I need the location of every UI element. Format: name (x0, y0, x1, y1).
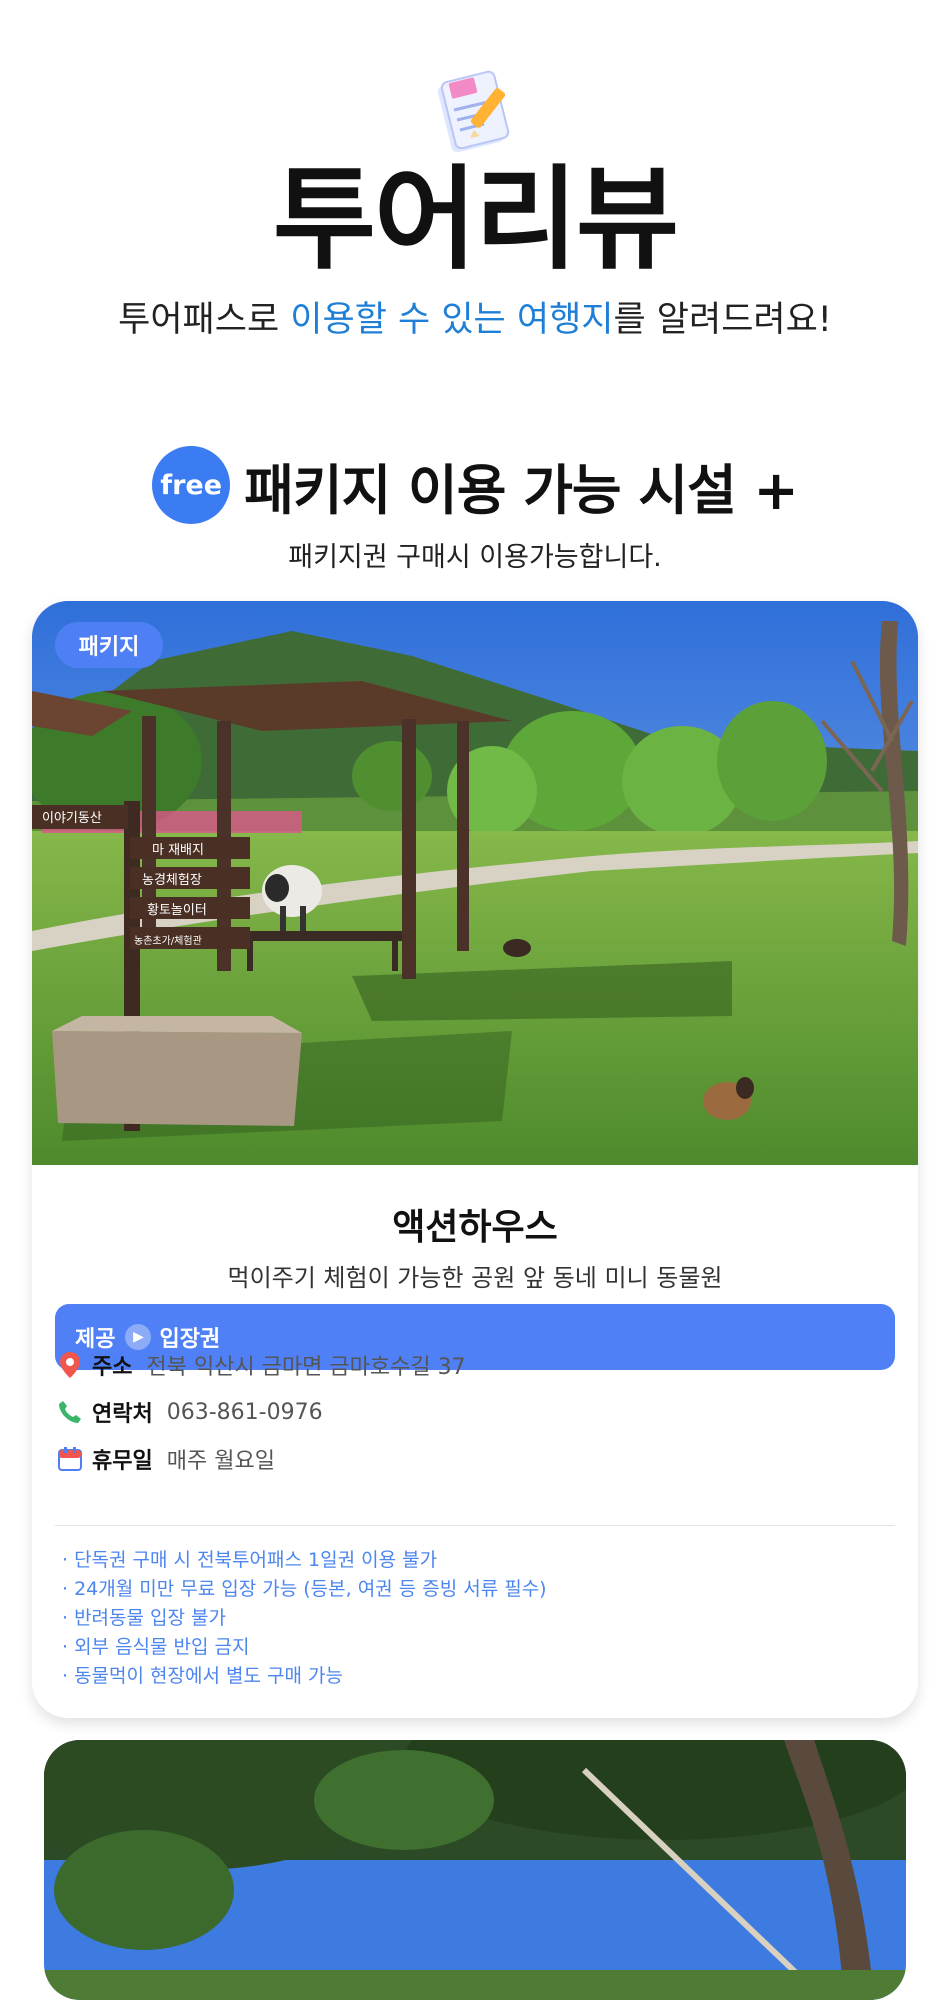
closed-row: 휴무일 매주 월요일 (56, 1439, 275, 1479)
address-row: 주소 전북 익산시 금마면 금마호수길 37 (56, 1345, 466, 1385)
section-subtitle: 패키지권 구매시 이용가능합니다. (288, 542, 662, 573)
next-facility-photo[interactable] (44, 1740, 906, 2000)
page-subtitle: 투어패스로 이용할 수 있는 여행지를 알려드려요! (0, 295, 950, 345)
package-badge: 패키지 (55, 622, 163, 668)
closed-value: 매주 월요일 (166, 1449, 275, 1474)
note-item: · 외부 음식물 반입 금지 (62, 1636, 250, 1658)
sign-5: 농촌초가/체험관 (134, 935, 202, 947)
facility-card[interactable]: 이야기동산 마 재배지 농경체험장 황토놀이터 농촌초가/체험관 패키지 액션하… (32, 601, 918, 1718)
facility-name: 액션하우스 (392, 1207, 558, 1248)
note-item: · 24개월 미만 무료 입장 가능 (등본, 여권 등 증빙 서류 필수) (62, 1578, 547, 1600)
sign-4: 황토놀이터 (147, 903, 207, 918)
address-label: 주소 (92, 1355, 133, 1380)
subtitle-pre: 투어패스로 (118, 300, 291, 340)
location-pin-icon (56, 1351, 84, 1379)
facility-photo: 이야기동산 마 재배지 농경체험장 황토놀이터 농촌초가/체험관 패키지 (32, 601, 918, 1165)
notepad-pencil-icon (430, 66, 520, 162)
notes-list: · 단독권 구매 시 전북투어패스 1일권 이용 불가 · 24개월 미만 무료… (62, 1546, 882, 1691)
note-item: · 반려동물 입장 불가 (62, 1607, 226, 1629)
contact-value[interactable]: 063-861-0976 (167, 1400, 323, 1425)
section-title: 패키지 이용 가능 시설 + (244, 458, 799, 522)
sign-1: 이야기동산 (42, 811, 102, 826)
calendar-icon (56, 1445, 84, 1473)
note-item: · 단독권 구매 시 전북투어패스 1일권 이용 불가 (62, 1549, 438, 1571)
closed-label: 휴무일 (92, 1449, 153, 1474)
page-title: 투어리뷰 (272, 155, 679, 285)
free-badge: free (152, 446, 231, 524)
address-value: 전북 익산시 금마면 금마호수길 37 (146, 1355, 466, 1380)
subtitle-post: 를 알려드려요! (613, 300, 832, 340)
sign-3: 농경체험장 (142, 873, 202, 888)
phone-icon (56, 1398, 84, 1426)
contact-row: 연락처 063-861-0976 (56, 1392, 323, 1432)
facility-description: 먹이주기 체험이 가능한 공원 앞 동네 미니 동물원 (227, 1264, 723, 1292)
divider (55, 1525, 895, 1526)
subtitle-highlight: 이용할 수 있는 여행지 (290, 300, 614, 340)
sign-2: 마 재배지 (152, 843, 204, 858)
contact-label: 연락처 (92, 1402, 153, 1427)
note-item: · 동물먹이 현장에서 별도 구매 가능 (62, 1665, 343, 1687)
section-header: free 패키지 이용 가능 시설 + (0, 445, 950, 525)
